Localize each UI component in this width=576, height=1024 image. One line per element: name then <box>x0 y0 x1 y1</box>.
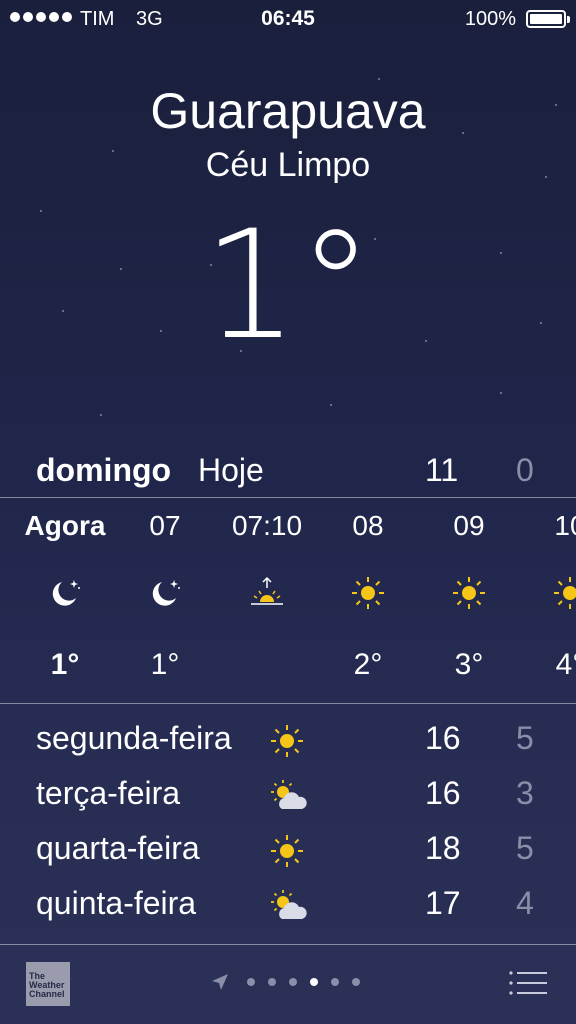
day-low: 5 <box>516 830 534 866</box>
moon-icon <box>152 580 180 606</box>
today-day: domingo <box>36 452 172 488</box>
day-high: 16 <box>425 720 461 756</box>
day-high: 18 <box>425 830 461 866</box>
day-name: terça-feira <box>36 775 181 811</box>
today-label: Hoje <box>198 452 264 488</box>
battery-icon <box>526 10 570 28</box>
hourly-item: Agora 1° <box>10 500 120 700</box>
day-high: 17 <box>425 885 461 921</box>
sunrise-icon <box>251 576 283 605</box>
city-name: Guarapuava <box>150 83 426 139</box>
hour-time: Agora <box>24 510 106 541</box>
today-low: 0 <box>516 452 534 488</box>
battery-percentage: 100% <box>464 8 516 30</box>
sun-icon <box>271 835 303 867</box>
divider <box>0 703 576 704</box>
day-name: quinta-feira <box>36 885 197 921</box>
today-summary: domingo Hoje 11 0 <box>0 452 576 494</box>
hour-time: 07 <box>149 510 181 541</box>
day-name: quarta-feira <box>36 830 200 866</box>
status-bar: TIM 3G 06:45 100% <box>0 0 576 38</box>
day-high: 16 <box>425 775 461 811</box>
page-dot[interactable] <box>268 978 276 986</box>
today-high: 11 <box>425 452 459 488</box>
hour-time: 07:10 <box>231 510 303 541</box>
location-arrow-icon <box>212 974 228 990</box>
moon-icon <box>52 580 80 606</box>
divider <box>0 944 576 945</box>
partly-cloudy-icon <box>271 780 307 809</box>
hour-temp: 2° <box>353 648 383 681</box>
city-list-icon[interactable] <box>508 970 548 996</box>
page-dot-active[interactable] <box>310 978 318 986</box>
day-low: 3 <box>516 775 534 811</box>
hourly-item: 09 3° <box>414 500 524 700</box>
page-dot[interactable] <box>331 978 339 986</box>
hour-temp: 4° <box>555 648 576 681</box>
weather-channel-logo[interactable]: The Weather Channel <box>26 962 70 1006</box>
hour-time: 10 <box>554 510 576 541</box>
sun-icon <box>271 725 303 757</box>
sun-icon <box>352 577 384 609</box>
page-indicator[interactable] <box>210 970 360 994</box>
hourly-item: 07:10 <box>212 500 322 700</box>
day-low: 5 <box>516 720 534 756</box>
current-temperature: 1° <box>202 199 374 373</box>
day-name: segunda-feira <box>36 720 232 756</box>
day-low: 4 <box>516 885 534 921</box>
page-dot[interactable] <box>289 978 297 986</box>
daily-row: quarta-feira 18 5 <box>0 830 576 885</box>
divider <box>0 497 576 498</box>
hour-temp: 3° <box>454 648 484 681</box>
daily-row: segunda-feira 16 5 <box>0 720 576 775</box>
hourly-item: 07 1° <box>110 500 220 700</box>
weather-condition: Céu Limpo <box>205 146 371 184</box>
hourly-item: 08 2° <box>313 500 423 700</box>
hour-time: 08 <box>352 510 384 541</box>
page-dot[interactable] <box>247 978 255 986</box>
hour-temp: 1° <box>50 648 80 681</box>
sun-icon <box>554 577 576 609</box>
daily-row: quinta-feira 17 4 <box>0 885 576 940</box>
page-dot[interactable] <box>352 978 360 986</box>
partly-cloudy-icon <box>271 890 307 919</box>
daily-row: terça-feira 16 3 <box>0 775 576 830</box>
hour-time: 09 <box>453 510 485 541</box>
hour-temp: 1° <box>150 648 180 681</box>
sun-icon <box>453 577 485 609</box>
hourly-item: 10 4° <box>515 500 576 700</box>
